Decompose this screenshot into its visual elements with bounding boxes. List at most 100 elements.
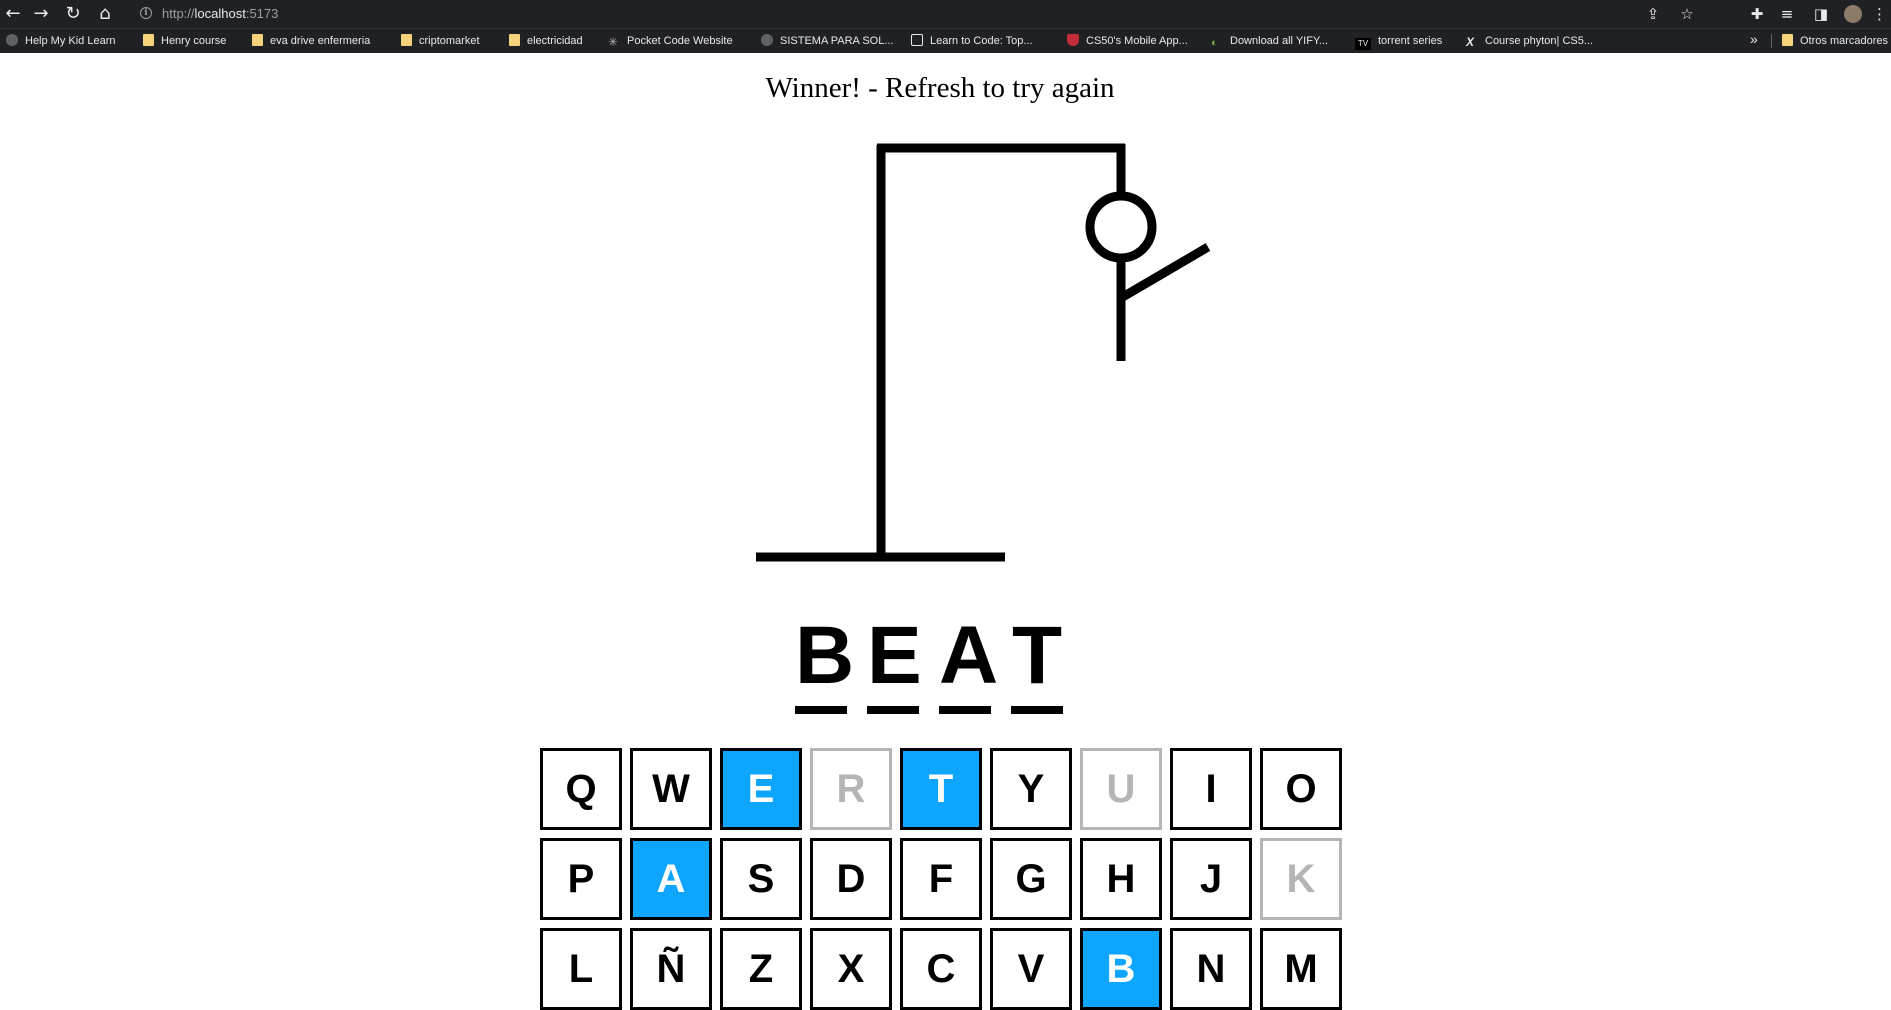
key-s-button[interactable]: S	[720, 838, 802, 920]
key-a-button[interactable]: A	[630, 838, 712, 920]
globe-icon	[761, 34, 773, 46]
tv-icon: TV	[1355, 38, 1371, 50]
bookmark-item[interactable]: eva drive enfermeria	[252, 33, 370, 49]
letter-keyboard: QWERTYUIO PASDFGHJK LÑZXCVBNM	[540, 748, 1342, 1010]
bookmark-label: eva drive enfermeria	[270, 35, 371, 47]
square-icon	[911, 34, 923, 46]
key-v-button[interactable]: V	[990, 928, 1072, 1010]
other-bookmarks[interactable]: Otros marcadores	[1782, 33, 1888, 49]
bookmarks-overflow-button[interactable]: »	[1750, 31, 1758, 47]
key-r-button[interactable]: R	[810, 748, 892, 830]
folder-icon	[252, 34, 263, 46]
word-letter: E	[867, 610, 922, 701]
bookmark-item[interactable]: ◐ Download all YIFY...	[1211, 33, 1328, 49]
folder-icon	[1782, 34, 1793, 46]
key-g-button[interactable]: G	[990, 838, 1072, 920]
bookmark-item[interactable]: X Course phyton| CS5...	[1466, 33, 1593, 49]
share-icon[interactable]: ⇪	[1642, 3, 1664, 25]
bookmark-label: Download all YIFY...	[1230, 35, 1329, 47]
key-n-button[interactable]: N	[1170, 928, 1252, 1010]
bookmark-label: Pocket Code Website	[627, 35, 733, 47]
forward-icon[interactable]: →	[30, 3, 52, 25]
key-m-button[interactable]: M	[1260, 928, 1342, 1010]
shield-icon	[1067, 34, 1079, 46]
browser-toolbar: ← → ↻ ⌂ i http://localhost:5173 ⇪ ☆ ✚ ≡ …	[0, 0, 1891, 28]
word-letter: T	[1011, 610, 1063, 701]
key-f-button[interactable]: F	[900, 838, 982, 920]
key-l-button[interactable]: L	[540, 928, 622, 1010]
game-status: Winner! - Refresh to try again	[765, 72, 1115, 104]
bookmarks-bar: Help My Kid Learn Henry course eva drive e…	[0, 28, 1891, 53]
key-k-button[interactable]: K	[1260, 838, 1342, 920]
letter-underline	[795, 706, 847, 714]
bookmark-label: torrent series	[1378, 35, 1443, 47]
word-letter-slot: E	[867, 610, 922, 716]
key-i-button[interactable]: I	[1170, 748, 1252, 830]
home-icon[interactable]: ⌂	[94, 3, 116, 25]
other-bookmarks-label: Otros marcadores	[1800, 35, 1889, 47]
bookmark-item[interactable]: ✳ Pocket Code Website	[608, 33, 733, 49]
key-j-button[interactable]: J	[1170, 838, 1252, 920]
hangman-head	[1085, 191, 1157, 263]
key-c-button[interactable]: C	[900, 928, 982, 1010]
bookmark-label: Learn to Code: Top...	[930, 35, 1033, 47]
word-letter-slot: B	[795, 610, 855, 716]
globe-icon	[6, 34, 18, 46]
bookmark-item[interactable]: Help My Kid Learn	[6, 33, 116, 49]
letter-underline	[1011, 706, 1063, 714]
word-letter-slot: A	[939, 610, 999, 716]
bookmark-item[interactable]: electricidad	[509, 33, 583, 49]
key-x-button[interactable]: X	[810, 928, 892, 1010]
folder-icon	[509, 34, 520, 46]
address-bar[interactable]: i http://localhost:5173	[128, 3, 1730, 25]
hangman-arm	[1118, 243, 1211, 302]
key-t-button[interactable]: T	[900, 748, 982, 830]
key-w-button[interactable]: W	[630, 748, 712, 830]
extensions-icon[interactable]: ✚	[1746, 3, 1768, 25]
star-icon[interactable]: ☆	[1676, 3, 1698, 25]
bookmark-item[interactable]: Learn to Code: Top...	[911, 33, 1033, 49]
bookmark-label: criptomarket	[419, 35, 480, 47]
bookmark-item[interactable]: SISTEMA PARA SOL...	[761, 33, 894, 49]
reload-icon[interactable]: ↻	[62, 3, 84, 25]
bookmarks-divider	[1771, 34, 1772, 48]
reading-list-icon[interactable]: ≡	[1776, 3, 1798, 25]
bookmark-item[interactable]: TV torrent series	[1355, 33, 1443, 50]
bookmark-label: SISTEMA PARA SOL...	[780, 35, 894, 47]
bookmark-label: Help My Kid Learn	[25, 35, 116, 47]
bookmark-item[interactable]: CS50's Mobile App...	[1067, 33, 1188, 49]
star-icon: ✳	[608, 35, 619, 49]
bookmark-item[interactable]: criptomarket	[401, 33, 480, 49]
key-p-button[interactable]: P	[540, 838, 622, 920]
back-icon[interactable]: ←	[2, 3, 24, 25]
word-letter: A	[939, 610, 999, 701]
url-text[interactable]: http://localhost:5173	[162, 6, 278, 21]
guessed-word: BEAT	[795, 612, 1063, 716]
word-letter: B	[795, 610, 855, 701]
info-icon[interactable]: i	[140, 7, 152, 19]
key-o-button[interactable]: O	[1260, 748, 1342, 830]
bookmark-label: Course phyton| CS5...	[1485, 35, 1594, 47]
bookmark-item[interactable]: Henry course	[143, 33, 226, 49]
letter-underline	[867, 706, 919, 714]
bookmark-label: CS50's Mobile App...	[1086, 35, 1188, 47]
key-b-button[interactable]: B	[1080, 928, 1162, 1010]
key-d-button[interactable]: D	[810, 838, 892, 920]
key-q-button[interactable]: Q	[540, 748, 622, 830]
key-y-button[interactable]: Y	[990, 748, 1072, 830]
word-letter-slot: T	[1011, 612, 1063, 716]
key-ñ-button[interactable]: Ñ	[630, 928, 712, 1010]
key-u-button[interactable]: U	[1080, 748, 1162, 830]
key-z-button[interactable]: Z	[720, 928, 802, 1010]
x-icon: X	[1466, 35, 1475, 49]
key-h-button[interactable]: H	[1080, 838, 1162, 920]
menu-icon[interactable]: ⋮	[1872, 3, 1887, 25]
bookmark-label: electricidad	[527, 35, 583, 47]
avatar[interactable]	[1842, 3, 1864, 25]
side-panel-icon[interactable]: ◨	[1810, 3, 1832, 25]
folder-icon	[401, 34, 412, 46]
folder-icon	[143, 34, 154, 46]
key-e-button[interactable]: E	[720, 748, 802, 830]
green-icon: ◐	[1211, 37, 1218, 49]
letter-underline	[939, 706, 991, 714]
